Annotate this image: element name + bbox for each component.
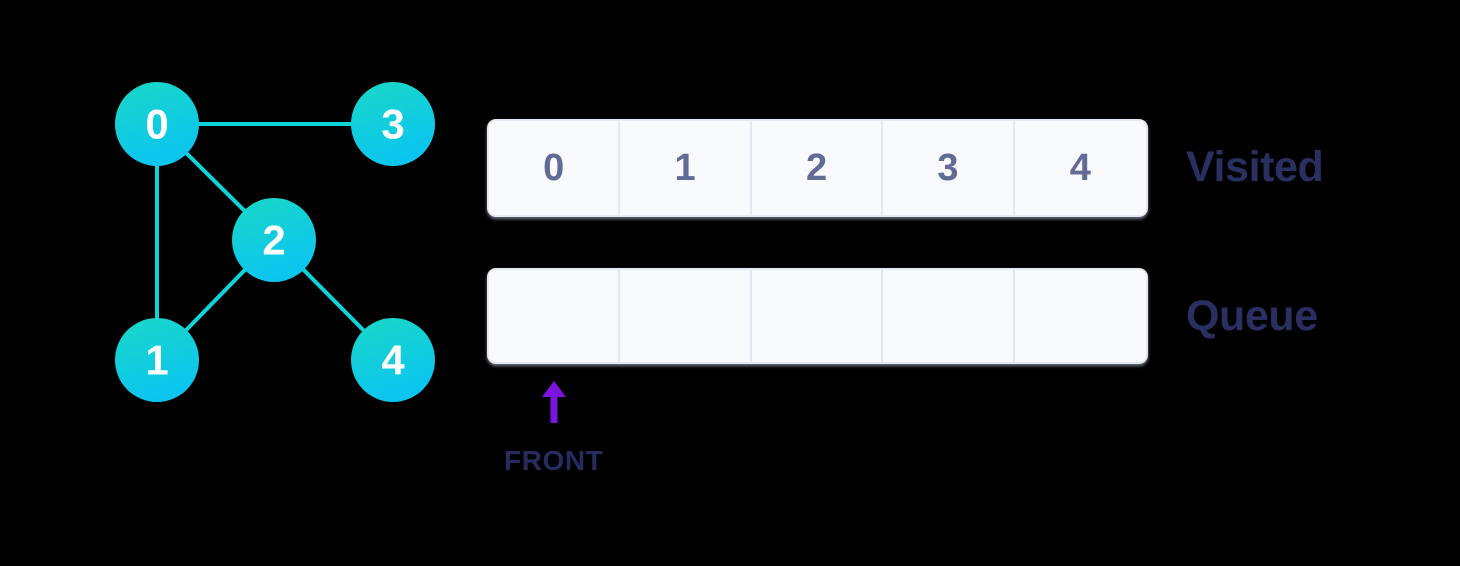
graph-node-3[interactable]: 3 bbox=[351, 82, 435, 166]
diagram-canvas: 01234 01234 Visited Queue FRONT bbox=[0, 0, 1460, 566]
graph-nodes: 0 1 2 3 4 bbox=[115, 82, 435, 402]
visited-cell-1[interactable]: 1 bbox=[620, 121, 752, 215]
front-pointer-arrow-icon bbox=[542, 381, 566, 423]
graph-node-0[interactable]: 0 bbox=[115, 82, 199, 166]
graph-node-label-4: 4 bbox=[381, 337, 405, 384]
graph-svg: 0 1 2 3 4 bbox=[115, 82, 435, 402]
graph-node-label-3: 3 bbox=[381, 101, 404, 148]
graph-node-4[interactable]: 4 bbox=[351, 318, 435, 402]
visited-cell-4[interactable]: 4 bbox=[1014, 121, 1146, 215]
graph-node-label-1: 1 bbox=[145, 337, 168, 384]
graph-node-1[interactable]: 1 bbox=[115, 318, 199, 402]
graph-node-label-0: 0 bbox=[145, 101, 168, 148]
visited-cell-3[interactable]: 3 bbox=[883, 121, 1015, 215]
front-pointer-label: FRONT bbox=[504, 445, 604, 476]
queue-cell-4[interactable] bbox=[1014, 270, 1146, 362]
graph-node-label-2: 2 bbox=[262, 217, 285, 264]
graph-node-2[interactable]: 2 bbox=[232, 198, 316, 282]
queue-array bbox=[487, 268, 1148, 364]
visited-cell-0[interactable]: 0 bbox=[489, 121, 621, 215]
graph-panel: 0 1 2 3 4 bbox=[0, 0, 470, 566]
visited-cell-2[interactable]: 2 bbox=[751, 121, 884, 215]
queue-cell-2[interactable] bbox=[751, 270, 884, 362]
visited-array: 01234 bbox=[487, 119, 1148, 217]
queue-cell-3[interactable] bbox=[883, 270, 1015, 362]
queue-array-label: Queue bbox=[1186, 292, 1318, 340]
queue-cell-0[interactable] bbox=[489, 270, 621, 362]
visited-array-label: Visited bbox=[1186, 143, 1324, 191]
queue-cell-1[interactable] bbox=[620, 270, 752, 362]
